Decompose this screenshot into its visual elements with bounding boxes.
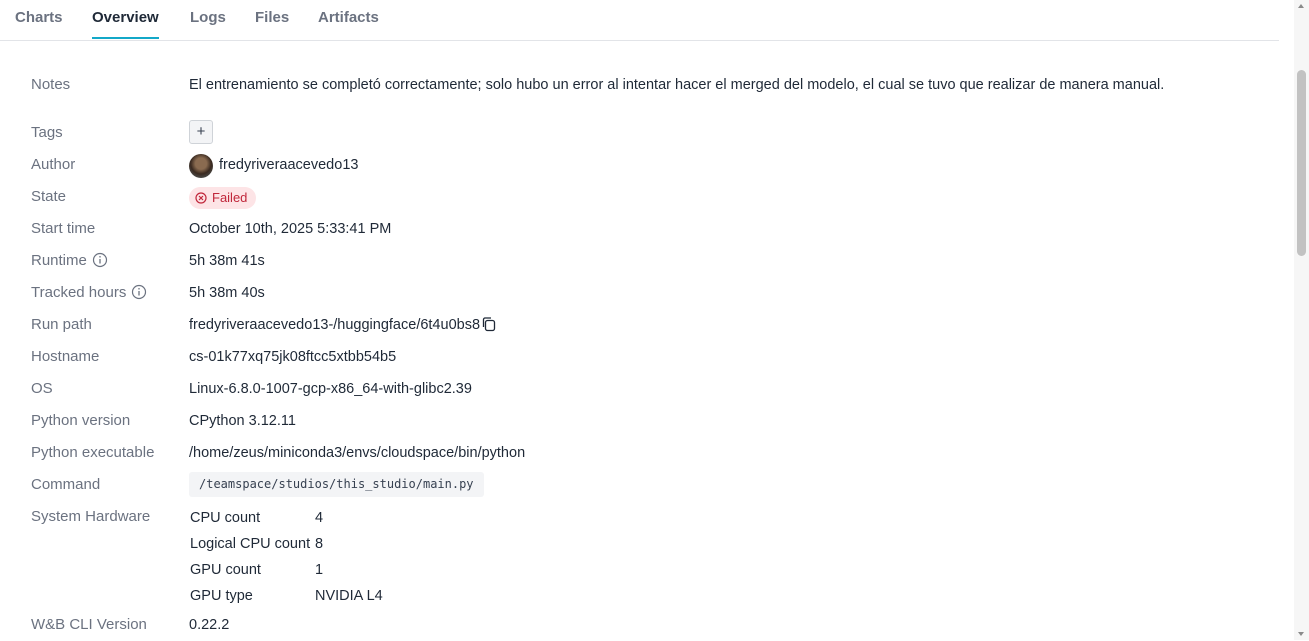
status-badge: Failed — [189, 187, 257, 209]
tab-logs[interactable]: Logs — [190, 0, 226, 39]
wandb-cli-label: W&B CLI Version — [31, 616, 147, 633]
command-label: Command — [31, 476, 101, 493]
runtime-row: Runtime 5h 38m 41s — [0, 245, 1280, 277]
hostname-row: Hostname cs-01k77xq75jk08ftcc5xtbb54b5 — [0, 341, 1280, 373]
hardware-key: GPU count — [190, 562, 261, 578]
os-value: Linux-6.8.0-1007-gcp-x86_64-with-glibc2.… — [189, 381, 472, 397]
add-tag-button[interactable]: + — [189, 120, 213, 144]
python-version-label: Python version — [31, 412, 131, 429]
scroll-down-icon[interactable] — [1298, 632, 1304, 636]
tracked-hours-label: Tracked hours — [31, 284, 127, 301]
python-version-row: Python version CPython 3.12.11 — [0, 405, 1280, 437]
scrollbar-thumb[interactable] — [1297, 70, 1306, 256]
system-hardware-label: System Hardware — [31, 508, 151, 525]
x-circle-icon — [195, 192, 207, 204]
author-row: Author fredyriveraacevedo13 — [0, 149, 1280, 181]
notes-label: Notes — [31, 76, 71, 93]
hardware-value: 1 — [315, 562, 324, 578]
os-label: OS — [31, 380, 53, 397]
tab-overview[interactable]: Overview — [92, 0, 159, 39]
hardware-key: CPU count — [190, 510, 261, 526]
start-time-row: Start time October 10th, 2025 5:33:41 PM — [0, 213, 1280, 245]
start-time-label: Start time — [31, 220, 96, 237]
runtime-label: Runtime — [31, 252, 87, 269]
hardware-value: 8 — [315, 536, 324, 552]
run-path-row: Run path fredyriveraacevedo13-/huggingfa… — [0, 309, 1280, 341]
python-executable-value: /home/zeus/miniconda3/envs/cloudspace/bi… — [189, 445, 526, 461]
system-hardware-row: System Hardware CPU count 4 Logical CPU … — [0, 501, 1280, 611]
hostname-value: cs-01k77xq75jk08ftcc5xtbb54b5 — [189, 349, 397, 365]
tags-label: Tags — [31, 124, 63, 141]
notes-row: Notes El entrenamiento se completó corre… — [0, 69, 1280, 101]
hardware-key: GPU type — [190, 588, 253, 604]
runtime-label-wrap: Runtime — [31, 245, 108, 277]
author-label: Author — [31, 156, 76, 173]
tracked-hours-row: Tracked hours 5h 38m 40s — [0, 277, 1280, 309]
python-version-value: CPython 3.12.11 — [189, 413, 296, 429]
run-path-value-wrap: fredyriveraacevedo13-/huggingface/6t4u0b… — [189, 309, 497, 341]
notes-value[interactable]: El entrenamiento se completó correctamen… — [189, 69, 1164, 101]
hardware-key: Logical CPU count — [190, 536, 311, 552]
command-code[interactable]: /teamspace/studios/this_studio/main.py — [189, 472, 484, 497]
hardware-value: 4 — [315, 510, 324, 526]
state-row: State Failed — [0, 181, 1280, 213]
state-label: State — [31, 188, 67, 205]
author-value[interactable]: fredyriveraacevedo13 — [219, 149, 358, 181]
vertical-scrollbar[interactable] — [1294, 0, 1309, 640]
tracked-hours-label-wrap: Tracked hours — [31, 277, 147, 309]
tracked-hours-value: 5h 38m 40s — [189, 285, 265, 301]
wandb-cli-value: 0.22.2 — [189, 617, 230, 633]
info-circle-icon[interactable] — [92, 252, 108, 268]
scroll-up-icon[interactable] — [1298, 4, 1304, 8]
hostname-label: Hostname — [31, 348, 100, 365]
avatar[interactable] — [189, 154, 213, 178]
info-circle-icon[interactable] — [131, 284, 147, 300]
command-row: Command /teamspace/studios/this_studio/m… — [0, 469, 1280, 501]
hardware-value: NVIDIA L4 — [315, 588, 383, 604]
tab-bar: Charts Overview Logs Files Artifacts — [0, 0, 1279, 41]
python-executable-label: Python executable — [31, 444, 155, 461]
wandb-cli-row: W&B CLI Version 0.22.2 — [0, 609, 1280, 641]
tab-artifacts[interactable]: Artifacts — [318, 0, 379, 39]
tab-charts[interactable]: Charts — [15, 0, 63, 39]
run-path-label: Run path — [31, 316, 92, 333]
runtime-value: 5h 38m 41s — [189, 253, 265, 269]
os-row: OS Linux-6.8.0-1007-gcp-x86_64-with-glib… — [0, 373, 1280, 405]
start-time-value: October 10th, 2025 5:33:41 PM — [189, 221, 392, 237]
run-path-value[interactable]: fredyriveraacevedo13-/huggingface/6t4u0b… — [189, 317, 480, 333]
copy-icon[interactable] — [481, 316, 497, 332]
status-badge-label: Failed — [212, 190, 248, 205]
python-executable-row: Python executable /home/zeus/miniconda3/… — [0, 437, 1280, 469]
tab-files[interactable]: Files — [255, 0, 289, 39]
